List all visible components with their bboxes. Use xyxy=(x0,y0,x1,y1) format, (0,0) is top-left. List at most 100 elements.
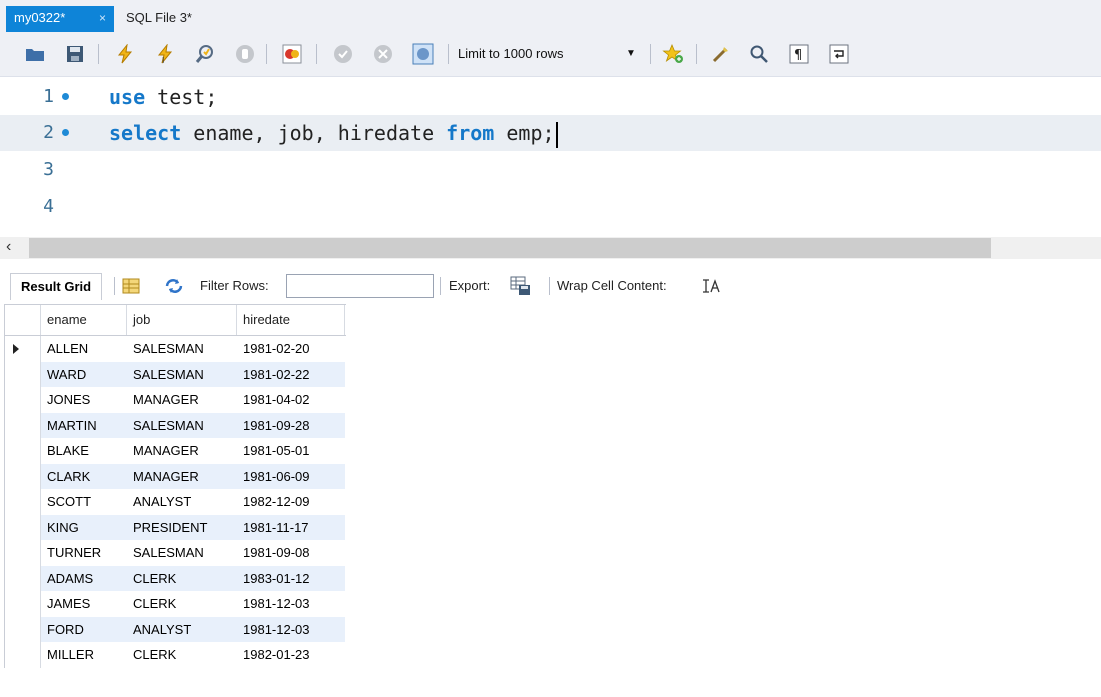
cell-job[interactable]: MANAGER xyxy=(127,387,237,413)
cell-ename[interactable]: TURNER xyxy=(41,540,127,566)
row-marker[interactable] xyxy=(5,336,41,362)
row-marker[interactable] xyxy=(5,361,41,387)
row-marker[interactable] xyxy=(5,463,41,489)
cell-job[interactable]: ANALYST xyxy=(127,489,237,515)
cell-hiredate[interactable]: 1982-01-23 xyxy=(237,642,345,668)
save-icon[interactable] xyxy=(64,43,86,65)
cell-job[interactable]: SALESMAN xyxy=(127,336,237,362)
cell-hiredate[interactable]: 1981-12-03 xyxy=(237,616,345,642)
cell-hiredate[interactable]: 1981-09-08 xyxy=(237,540,345,566)
folder-open-icon[interactable] xyxy=(24,43,46,65)
cell-hiredate[interactable]: 1983-01-12 xyxy=(237,565,345,591)
filter-rows-input[interactable] xyxy=(286,274,434,298)
row-marker[interactable] xyxy=(5,412,41,438)
autocommit-icon[interactable] xyxy=(412,43,434,65)
table-row[interactable]: BLAKE MANAGER 1981-05-01 xyxy=(5,438,346,464)
table-row[interactable]: SCOTT ANALYST 1982-12-09 xyxy=(5,489,346,515)
cell-job[interactable]: SALESMAN xyxy=(127,412,237,438)
cell-job[interactable]: MANAGER xyxy=(127,438,237,464)
table-row[interactable]: JAMES CLERK 1981-12-03 xyxy=(5,591,346,617)
cell-ename[interactable]: KING xyxy=(41,514,127,540)
column-header-job[interactable]: job xyxy=(127,305,237,335)
wrap-cell-content-icon[interactable] xyxy=(701,276,721,296)
table-row[interactable]: TURNER SALESMAN 1981-09-08 xyxy=(5,540,346,566)
cell-job[interactable]: CLERK xyxy=(127,565,237,591)
table-row[interactable]: MARTIN SALESMAN 1981-09-28 xyxy=(5,412,346,438)
find-icon[interactable] xyxy=(748,43,770,65)
cell-job[interactable]: PRESIDENT xyxy=(127,514,237,540)
row-marker[interactable] xyxy=(5,565,41,591)
stop-icon[interactable] xyxy=(234,43,256,65)
cell-hiredate[interactable]: 1981-02-20 xyxy=(237,336,345,362)
cell-ename[interactable]: ADAMS xyxy=(41,565,127,591)
row-marker[interactable] xyxy=(5,642,41,668)
row-marker[interactable] xyxy=(5,387,41,413)
sql-editor[interactable]: 1 use test; 2 select ename, job, hiredat… xyxy=(0,77,1101,237)
refresh-icon[interactable] xyxy=(163,276,183,296)
commit-icon[interactable] xyxy=(332,43,354,65)
cell-job[interactable]: SALESMAN xyxy=(127,540,237,566)
row-marker[interactable] xyxy=(5,616,41,642)
cell-ename[interactable]: MARTIN xyxy=(41,412,127,438)
beautify-icon[interactable] xyxy=(710,43,732,65)
execute-icon[interactable] xyxy=(114,43,136,65)
cell-job[interactable]: CLERK xyxy=(127,591,237,617)
editor-horizontal-scrollbar[interactable]: ‹ xyxy=(0,237,1101,259)
export-icon[interactable] xyxy=(510,276,530,296)
cell-job[interactable]: CLERK xyxy=(127,642,237,668)
cell-ename[interactable]: JONES xyxy=(41,387,127,413)
code-text[interactable]: select ename, job, hiredate from emp; xyxy=(109,115,558,151)
row-marker[interactable] xyxy=(5,489,41,515)
cell-ename[interactable]: MILLER xyxy=(41,642,127,668)
rollback-icon[interactable] xyxy=(372,43,394,65)
row-marker[interactable] xyxy=(5,591,41,617)
cell-ename[interactable]: JAMES xyxy=(41,591,127,617)
cell-ename[interactable]: ALLEN xyxy=(41,336,127,362)
table-row[interactable]: WARD SALESMAN 1981-02-22 xyxy=(5,361,346,387)
cell-hiredate[interactable]: 1981-04-02 xyxy=(237,387,345,413)
result-grid-tab[interactable]: Result Grid xyxy=(10,273,103,300)
table-row[interactable]: MILLER CLERK 1982-01-23 xyxy=(5,642,346,668)
grid-form-toggle-icon[interactable] xyxy=(121,276,141,296)
cell-hiredate[interactable]: 1981-06-09 xyxy=(237,463,345,489)
table-row[interactable]: FORD ANALYST 1981-12-03 xyxy=(5,616,346,642)
column-header-hiredate[interactable]: hiredate xyxy=(237,305,345,335)
table-row[interactable]: CLARK MANAGER 1981-06-09 xyxy=(5,463,346,489)
close-tab-icon[interactable]: × xyxy=(99,6,106,30)
row-marker[interactable] xyxy=(5,514,41,540)
cell-hiredate[interactable]: 1982-12-09 xyxy=(237,489,345,515)
row-marker[interactable] xyxy=(5,540,41,566)
table-row[interactable]: JONES MANAGER 1981-04-02 xyxy=(5,387,346,413)
bookmark-icon[interactable] xyxy=(662,43,684,65)
cell-ename[interactable]: FORD xyxy=(41,616,127,642)
cell-hiredate[interactable]: 1981-05-01 xyxy=(237,438,345,464)
explain-icon[interactable] xyxy=(194,43,216,65)
scrollbar-thumb[interactable] xyxy=(29,238,991,258)
cell-hiredate[interactable]: 1981-09-28 xyxy=(237,412,345,438)
cell-ename[interactable]: BLAKE xyxy=(41,438,127,464)
invisible-chars-icon[interactable]: ¶ xyxy=(788,43,810,65)
cell-job[interactable]: MANAGER xyxy=(127,463,237,489)
cell-ename[interactable]: CLARK xyxy=(41,463,127,489)
table-row[interactable]: ALLEN SALESMAN 1981-02-20 xyxy=(5,336,346,362)
cell-ename[interactable]: WARD xyxy=(41,361,127,387)
result-grid[interactable]: ename job hiredate ALLEN SALESMAN 1981-02-… xyxy=(4,304,346,668)
table-row[interactable]: KING PRESIDENT 1981-11-17 xyxy=(5,514,346,540)
table-row[interactable]: ADAMS CLERK 1983-01-12 xyxy=(5,565,346,591)
tab-sql-file-3[interactable]: SQL File 3* xyxy=(118,6,200,32)
cell-job[interactable]: SALESMAN xyxy=(127,361,237,387)
scroll-left-icon[interactable]: ‹ xyxy=(6,238,11,256)
row-marker[interactable] xyxy=(5,438,41,464)
limit-rows-select[interactable]: Limit to 1000 rows ▼ xyxy=(458,42,648,66)
toggle-error-icon[interactable] xyxy=(281,43,303,65)
tab-my0322[interactable]: my0322* × xyxy=(6,6,114,32)
cell-ename[interactable]: SCOTT xyxy=(41,489,127,515)
cell-hiredate[interactable]: 1981-11-17 xyxy=(237,514,345,540)
cell-job[interactable]: ANALYST xyxy=(127,616,237,642)
code-text[interactable]: use test; xyxy=(109,79,217,115)
cell-hiredate[interactable]: 1981-02-22 xyxy=(237,361,345,387)
execute-current-icon[interactable]: I xyxy=(154,43,176,65)
cell-hiredate[interactable]: 1981-12-03 xyxy=(237,591,345,617)
column-header-ename[interactable]: ename xyxy=(41,305,127,335)
wrap-icon[interactable] xyxy=(828,43,850,65)
